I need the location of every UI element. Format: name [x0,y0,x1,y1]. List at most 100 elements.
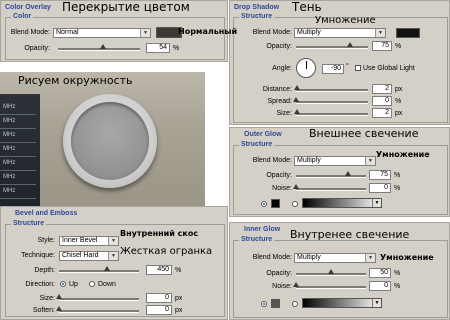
drop-shadow-title: Drop Shadow [234,4,280,11]
inner-noise-input[interactable]: 0 [369,281,391,291]
annotation-color-overlay: Перекрытие цветом [62,0,190,14]
outer-noise-thumb[interactable] [293,184,299,189]
blend-mode-select[interactable]: Normal ▼ [53,28,151,38]
outer-noise-input[interactable]: 0 [369,183,391,193]
depth-slider-thumb[interactable] [104,266,110,271]
bevel-structure-title: Structure [11,220,47,227]
bevel-size-slider-thumb[interactable] [56,294,62,299]
style-value: Inner Bevel [62,237,98,244]
lcd-divider [0,142,36,143]
distance-thumb[interactable] [294,85,300,90]
inner-gradient-radio[interactable] [292,301,298,307]
shadow-blend-label: Blend Mode: [252,29,292,36]
drawn-circle [63,94,157,188]
angle-input[interactable]: -90 [322,64,344,74]
angle-dial[interactable] [296,58,316,78]
inner-glow-structure: Structure Blend Mode: Multiply ▼ Opacity… [233,236,448,318]
annotation-multiply-shadow: Умножение [315,15,376,26]
lcd-label: MHz [3,132,16,138]
shadow-opacity-input[interactable]: 75 [372,41,392,51]
opacity-slider-thumb[interactable] [100,44,106,49]
shadow-opacity-label: Opacity: [266,43,292,50]
inner-gradient-picker[interactable]: ▼ [302,298,382,308]
spread-thumb[interactable] [293,97,299,102]
depth-input[interactable]: 450 [146,265,172,275]
inner-blend-label: Blend Mode: [252,254,292,261]
annotation-normal: Нормальный [178,27,238,36]
shadow-size-slider[interactable] [294,109,368,116]
lcd-divider [0,184,36,185]
outer-color-radio[interactable] [261,201,267,207]
inner-opacity-input[interactable]: 50 [369,268,391,278]
outer-noise-slider[interactable] [293,184,366,191]
inner-opacity-slider[interactable] [296,269,366,276]
opacity-slider[interactable] [58,44,140,51]
annotation-outer-glow: Внешнее свечение [309,127,419,140]
outer-opacity-slider[interactable] [296,171,366,178]
inner-glow-color-swatch[interactable] [271,299,280,308]
shadow-blend-select[interactable]: Multiply ▼ [294,28,386,38]
shadow-opacity-unit: % [395,43,402,50]
opacity-input[interactable]: 54 [146,43,170,53]
depth-unit: % [175,267,182,274]
distance-input[interactable]: 2 [372,84,392,94]
inner-opacity-label: Opacity: [266,270,292,277]
outer-gradient-radio[interactable] [292,201,298,207]
outer-opacity-unit: % [394,172,401,179]
color-section-title: Color [11,13,34,20]
shadow-size-input[interactable]: 2 [372,108,392,118]
outer-glow-structure-title: Structure [239,141,275,148]
lcd-divider [0,114,36,115]
soften-input[interactable]: 0 [146,305,172,315]
outer-glow-color-swatch[interactable] [271,199,280,208]
outer-noise-label: Noise: [272,185,292,192]
inner-blend-select[interactable]: Multiply ▼ [294,253,376,263]
depth-label: Depth: [34,267,55,274]
outer-noise-unit: % [394,185,401,192]
lcd-divider [0,198,36,199]
spread-unit: % [395,98,402,105]
color-overlay-title: Color Overlay [5,4,51,11]
color-section: Color Blend Mode: Normal ▼ Opacity: 54 % [5,13,225,60]
inner-color-radio[interactable] [261,301,267,307]
depth-slider[interactable] [59,266,139,273]
bevel-size-unit: px [175,295,183,302]
spread-input[interactable]: 0 [372,96,392,106]
circle-inner [71,102,149,180]
shadow-blend-value: Multiply [297,29,321,36]
shadow-structure-title: Structure [239,13,275,20]
blend-mode-value: Normal [56,29,79,36]
annotation-inner-glow: Внутренее свечение [290,228,410,241]
soften-slider-thumb[interactable] [56,306,62,311]
outer-opacity-input[interactable]: 75 [369,170,391,180]
global-light-checkbox[interactable] [355,65,361,71]
inner-glow-title: Inner Glow [244,226,281,233]
technique-select[interactable]: Chisel Hard ▼ [59,251,119,261]
spread-slider[interactable] [293,97,368,104]
shadow-opacity-slider[interactable] [296,42,368,49]
shadow-size-thumb[interactable] [294,109,300,114]
chevron-down-icon: ▼ [372,299,381,307]
shadow-opacity-thumb[interactable] [347,42,353,47]
style-select[interactable]: Inner Bevel ▼ [59,236,119,246]
direction-down-radio[interactable] [89,281,95,287]
bevel-size-slider[interactable] [56,294,139,301]
soften-slider[interactable] [56,306,139,313]
chevron-down-icon: ▼ [365,254,375,262]
annotation-draw-circle: Рисуем окружность [18,74,133,87]
inner-noise-slider[interactable] [293,282,366,289]
outer-gradient-picker[interactable]: ▼ [302,198,382,208]
outer-blend-select[interactable]: Multiply ▼ [294,156,376,166]
soften-unit: px [175,307,183,314]
direction-up-radio[interactable] [60,281,66,287]
device-artwork: MHz MHz MHz MHz MHz MHz MHz [0,72,205,206]
lcd-divider [0,156,36,157]
inner-noise-thumb[interactable] [293,282,299,287]
chevron-down-icon: ▼ [365,157,375,165]
bevel-size-input[interactable]: 0 [146,293,172,303]
outer-opacity-thumb[interactable] [345,171,351,176]
technique-value: Chisel Hard [62,252,99,259]
inner-opacity-thumb[interactable] [328,269,334,274]
distance-slider[interactable] [294,85,368,92]
shadow-color-swatch[interactable] [396,28,420,38]
